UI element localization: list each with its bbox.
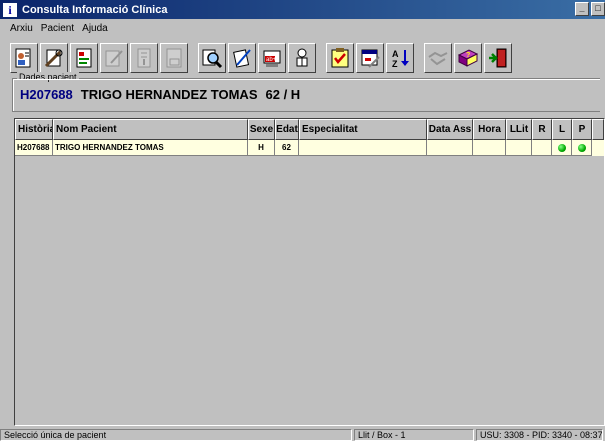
status-bed: Llit / Box - 1 [354,429,474,441]
column-header-especialitat[interactable]: Especialitat [299,119,427,140]
search-icon [202,49,223,69]
table-row[interactable]: H207688 TRIGO HERNANDEZ TOMAS H 62 [15,140,604,156]
sort-az-button[interactable]: AZ [386,43,414,73]
notes-icon [233,49,251,68]
sort-az-icon: AZ [392,49,409,69]
grid-header: Història Nom Pacient Sexe Edat Especiali… [15,119,604,140]
cell-especialitat [299,140,427,156]
column-header-l[interactable]: L [552,119,572,140]
column-header-data-ass[interactable]: Data Ass [427,119,473,140]
cell-sexe: H [248,140,275,156]
cell-historia: H207688 [15,140,53,156]
exit-icon [489,48,507,68]
column-header-hora[interactable]: Hora [473,119,506,140]
minimize-button[interactable]: _ [575,2,589,16]
edit-document-button[interactable] [100,43,128,73]
patient-summary: H207688 TRIGO HERNANDEZ TOMAS 62 / H [20,87,300,102]
lab-button[interactable]: ab+ [258,43,286,73]
help-book-button[interactable]: ? [454,43,482,73]
svg-text:Z: Z [392,59,398,69]
svg-text:A: A [392,49,399,59]
column-header-edat[interactable]: Edat [275,119,299,140]
document-button[interactable] [70,43,98,73]
column-header-historia[interactable]: Història [15,119,53,140]
cell-l [552,140,572,156]
patient-card-button[interactable] [10,43,38,73]
status-l-green-dot-icon [557,143,566,152]
search-button[interactable] [198,43,226,73]
cell-nom-pacient: TRIGO HERNANDEZ TOMAS [53,140,248,156]
hb-document-icon [166,48,182,68]
doctor-button[interactable] [288,43,316,73]
patient-grid[interactable]: Història Nom Pacient Sexe Edat Especiali… [14,118,605,426]
cell-data-ass [427,140,473,156]
title-bar[interactable]: i Consulta Informació Clínica _ □ [0,0,605,19]
patient-name: TRIGO HERNANDEZ TOMAS [80,87,258,102]
status-p-green-dot-icon [577,143,586,152]
toolbar: ab+ AZ ? [10,42,514,74]
tools-icon [44,49,63,68]
status-bar: Selecció única de pacient Llit / Box - 1… [0,429,605,441]
svg-text:ab+: ab+ [266,57,277,63]
exit-button[interactable] [484,43,512,73]
cell-r [532,140,552,156]
help-book-icon: ? [457,49,479,67]
patient-data-group: Dades pacient H207688 TRIGO HERNANDEZ TO… [12,72,600,112]
cell-edat: 62 [275,140,299,156]
calendar-icon [361,49,380,68]
cell-llit [506,140,532,156]
app-info-icon: i [3,2,17,17]
patient-group-legend: Dades pacient [17,72,79,82]
handshake-button[interactable] [424,43,452,73]
document-icon [76,48,92,68]
window-title: Consulta Informació Clínica [22,3,168,16]
column-header-nom-pacient[interactable]: Nom Pacient [53,119,248,140]
menu-pacient[interactable]: Pacient [41,23,74,34]
calendar-button[interactable] [356,43,384,73]
edit-document-icon [105,50,123,67]
column-header-p[interactable]: P [572,119,592,140]
cell-p [572,140,592,156]
handshake-icon [428,51,448,66]
menu-ajuda[interactable]: Ajuda [82,23,108,34]
menu-bar: Arxiu Pacient Ajuda [0,19,605,38]
patient-card-icon [15,48,31,68]
checklist-icon [331,48,349,68]
checklist-button[interactable] [326,43,354,73]
patient-history-number: H207688 [20,87,73,102]
column-header-extra [592,119,604,140]
tools-button[interactable] [40,43,68,73]
column-header-r[interactable]: R [532,119,552,140]
notes-button[interactable] [228,43,256,73]
cell-hora [473,140,506,156]
column-header-sexe[interactable]: Sexe [248,119,275,140]
maximize-button[interactable]: □ [591,2,605,16]
patient-age-sex: 62 / H [265,87,301,102]
list-button[interactable] [130,43,158,73]
status-session: USU: 3308 - PID: 3340 - 08:37 [476,429,603,441]
window-controls: _ □ [575,2,605,16]
menu-arxiu[interactable]: Arxiu [10,23,33,34]
main-window: i Consulta Informació Clínica _ □ Arxiu … [0,0,605,441]
lab-icon: ab+ [263,50,281,67]
list-icon [137,48,151,68]
hb-document-button[interactable] [160,43,188,73]
svg-text:?: ? [466,52,470,59]
status-message: Selecció única de pacient [0,429,352,441]
doctor-icon [296,48,308,67]
column-header-llit[interactable]: LLit [506,119,532,140]
